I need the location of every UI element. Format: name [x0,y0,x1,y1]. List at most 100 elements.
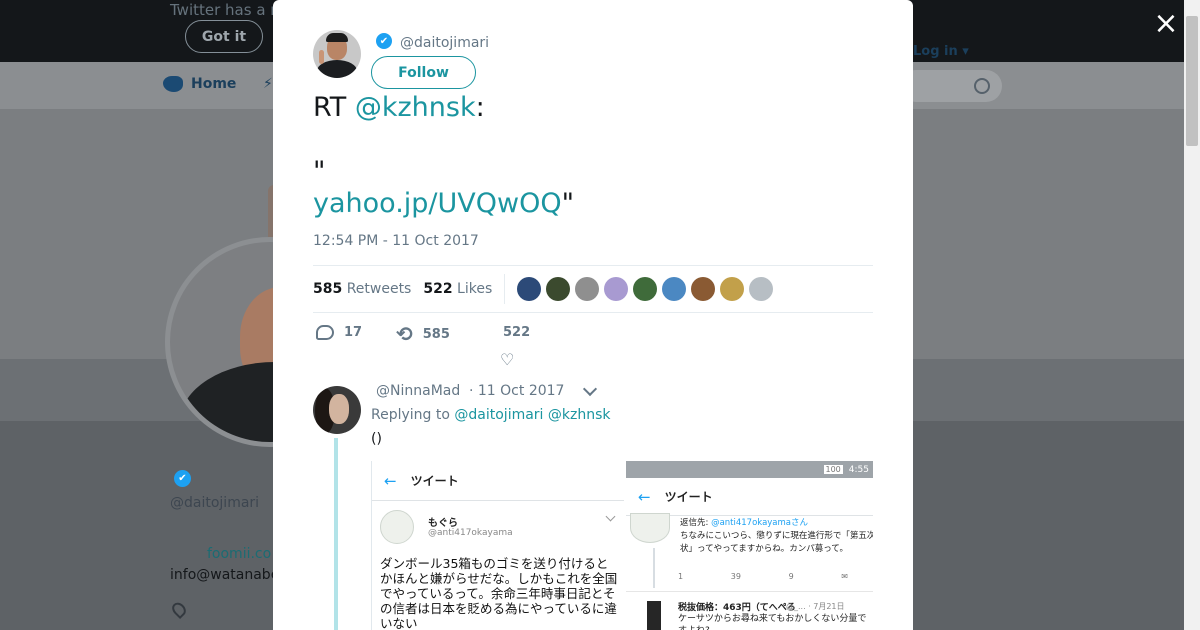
reply-avatar[interactable] [313,386,361,434]
attachment-meta: @_... · 7月21日 [786,602,845,611]
liker-avatar[interactable] [546,277,571,301]
got-it-button[interactable]: Got it [185,20,263,53]
tweet-text: RT @kzhnsk: " yahoo.jp/UVQwOQ" [313,92,1200,220]
attachment-title: ツイート [410,474,459,488]
tweet-mention-link[interactable]: @kzhnsk [355,92,476,123]
attachment-header: ← ツイート [626,478,873,516]
battery-icon: 100 [823,465,843,474]
attached-image-2[interactable]: 100 4:55 ← ツイート 返信先: @anti417okayamaさん ち… [626,461,873,630]
replying-to-label: Replying to [371,407,455,423]
profile-website-link[interactable]: foomii.co [207,546,271,562]
thread-line [653,548,655,588]
likes-stat[interactable]: 522 Likes [423,281,492,297]
attachment-title: ツイート [664,490,713,504]
tweet-stats: 585 Retweets 522 Likes [313,265,873,313]
status-time: 4:55 [848,464,869,475]
profile-name: ✔ [170,470,191,487]
retweet-count: 585 [422,326,450,342]
attachment-header: ← ツイート [372,461,624,501]
likes-label: Likes [457,281,493,297]
retweet-count: 39 [730,572,741,581]
reply-button[interactable]: 17 [316,325,362,340]
reply-count: 17 [344,325,363,340]
phone-status-bar: 100 4:55 [626,461,873,478]
follow-button[interactable]: Follow [371,56,476,89]
liker-avatar[interactable] [691,277,716,301]
liker-avatar[interactable] [633,277,658,301]
close-icon[interactable]: × [1152,9,1180,39]
attachment-body: ケーサツからお尋ね来てもおかしくない分量ですよね? [678,614,867,630]
attachment-body: ダンボール35箱ものゴミを送り付けるとかほんと嫌がらせだな。しかもこれを全国でや… [380,556,618,630]
like-count: 9 [788,572,794,581]
attachment-body-text: ちなみにこいつら、懲りずに現在進行形で「第五次告発状」ってやってますからね。カン… [680,531,873,554]
profile-handle: @daitojimari [170,495,260,511]
tweet-url-link[interactable]: yahoo.jp/UVQwOQ [313,188,562,219]
login-link[interactable]: Log in ▾ [913,44,969,59]
book-thumbnail [647,601,661,630]
tweet-colon: : [475,92,485,123]
thread-line [334,438,338,630]
liker-avatar[interactable] [575,277,600,301]
attachment-name: 税抜価格：463円（てへぺろ [678,603,796,613]
reply-date[interactable]: · 11 Oct 2017 [469,383,564,399]
liker-avatar[interactable] [720,277,745,301]
attachment-actions: 1 39 9 ✉ [678,572,848,581]
profile-email: info@watanabe [170,567,280,583]
attachment-user: @anti417okayama [428,528,513,538]
like-count-button[interactable]: 522 [503,325,530,340]
reply-handle[interactable]: @NinnaMad [376,383,460,399]
nav-home[interactable]: Home [163,76,236,92]
retweets-label: Retweets [346,281,412,297]
like-count: 522 [503,325,531,340]
reply-text: () [371,431,382,447]
tweet-timestamp[interactable]: 12:54 PM - 11 Oct 2017 [313,233,479,249]
retweets-stat[interactable]: 585 Retweets [313,281,411,297]
tweet-line-3: " [313,156,326,187]
tweet-line-4: yahoo.jp/UVQwOQ" [313,188,1200,220]
tweet-close-quote: " [561,188,575,219]
replying-to-mention[interactable]: @daitojimari [454,407,543,423]
stats-divider [504,274,506,304]
tweet-line-1: RT @kzhnsk: [313,92,1200,124]
retweet-button[interactable]: ⟲ 585 [396,322,450,346]
message-icon: ✉ [841,572,848,581]
reply-prefix: 返信先: [680,518,712,528]
tweet-line-2 [313,124,1200,156]
verified-badge-icon: ✔ [376,33,392,49]
back-arrow-icon: ← [384,471,397,490]
retweet-icon: ⟲ [396,322,413,346]
replying-to-mention[interactable]: @kzhnsk [548,407,611,423]
tweet-actions: 17 ⟲ 585 522 ♡ [313,322,873,369]
tweet-modal: ✔ @daitojimari Follow RT @kzhnsk: " yaho… [273,0,913,630]
avatar-face [329,394,349,424]
nav-home-label: Home [191,76,237,92]
liker-avatar[interactable] [749,277,774,301]
avatar [630,513,670,543]
author-avatar[interactable] [313,30,361,78]
reply-icon [316,325,334,340]
liker-avatars [517,277,774,301]
likes-count: 522 [423,281,453,297]
twitter-bird-icon [163,76,183,92]
liker-avatar[interactable] [662,277,687,301]
back-arrow-icon: ← [638,487,651,506]
replying-to: Replying to @daitojimari @kzhnsk [371,407,611,423]
reply-count: 1 [678,572,684,581]
liker-avatar[interactable] [604,277,629,301]
avatar [380,510,414,544]
verified-badge-icon: ✔ [174,470,191,487]
attachment-body: 返信先: @anti417okayamaさん ちなみにこいつら、懲りずに現在進行… [680,517,873,556]
heart-icon[interactable]: ♡ [500,350,514,369]
avatar-hair [326,33,348,42]
liker-avatar[interactable] [517,277,542,301]
author-handle[interactable]: @daitojimari [400,35,489,51]
reply-mention: @anti417okayamaさん [711,518,809,528]
attached-image-1[interactable]: ← ツイート もぐら @anti417okayama ダンボール35箱ものゴミを… [371,461,624,630]
chevron-down-icon [605,511,616,522]
avatar-finger [319,50,324,64]
retweets-count: 585 [313,281,343,297]
nav-moments-icon[interactable]: ⚡ [263,76,273,92]
divider [626,591,873,592]
chevron-down-icon[interactable] [582,381,598,397]
tweet-rt-prefix: RT [313,92,355,123]
